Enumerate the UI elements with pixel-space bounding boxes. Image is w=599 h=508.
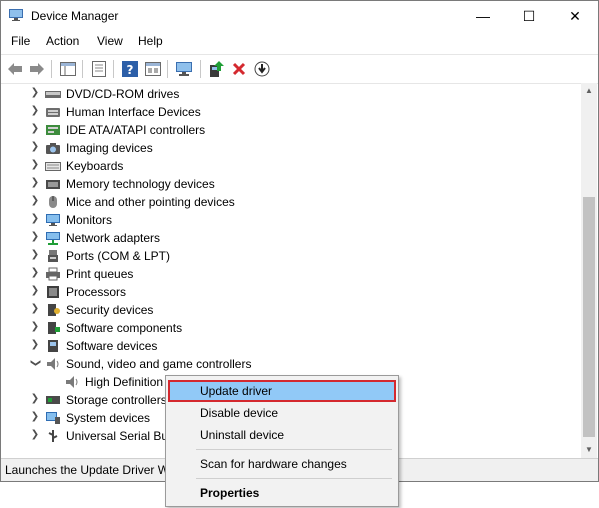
device-manager-icon xyxy=(9,9,23,21)
tree-item-dvd[interactable]: ❯ DVD/CD-ROM drives xyxy=(1,85,581,103)
context-scan-hardware[interactable]: Scan for hardware changes xyxy=(168,453,396,475)
expand-chevron-icon[interactable]: ❯ xyxy=(30,213,40,225)
network-icon xyxy=(46,232,60,245)
monitor-icon xyxy=(46,214,60,226)
mouse-icon xyxy=(49,196,57,208)
tree-item-ide[interactable]: ❯ IDE ATA/ATAPI controllers xyxy=(1,121,581,139)
expand-chevron-icon[interactable]: ❯ xyxy=(30,159,40,171)
scroll-down-icon[interactable]: ▼ xyxy=(585,445,593,454)
software-icon xyxy=(48,340,58,352)
expand-chevron-icon[interactable]: ❯ xyxy=(30,141,40,153)
speaker-icon xyxy=(47,358,59,370)
minimize-button[interactable]: — xyxy=(460,1,506,31)
tree-item-monitors[interactable]: ❯ Monitors xyxy=(1,211,581,229)
security-icon xyxy=(48,304,60,316)
properties-icon[interactable] xyxy=(90,60,108,78)
title-bar: Device Manager — ☐ ✕ xyxy=(1,1,598,31)
dvd-icon xyxy=(45,91,61,98)
expand-chevron-icon[interactable]: ❯ xyxy=(30,267,40,279)
tree-item-network[interactable]: ❯ Network adapters xyxy=(1,229,581,247)
window-title: Device Manager xyxy=(31,9,119,23)
tree-item-sound-video[interactable]: ❯ Sound, video and game controllers xyxy=(1,355,581,373)
vertical-scrollbar[interactable]: ▲ ▼ xyxy=(581,83,597,458)
component-icon xyxy=(48,322,60,334)
status-text: Launches the Update Driver Wi xyxy=(5,463,172,477)
menu-action[interactable]: Action xyxy=(46,34,79,48)
tree-item-memory[interactable]: ❯ Memory technology devices xyxy=(1,175,581,193)
menu-view[interactable]: View xyxy=(97,34,123,48)
context-disable-device[interactable]: Disable device xyxy=(168,402,396,424)
context-separator xyxy=(196,478,392,479)
expand-chevron-icon[interactable]: ❯ xyxy=(30,285,40,297)
tree-item-hid[interactable]: ❯ Human Interface Devices xyxy=(1,103,581,121)
context-uninstall-device[interactable]: Uninstall device xyxy=(168,424,396,446)
expand-chevron-icon[interactable]: ❯ xyxy=(30,195,40,207)
menu-help[interactable]: Help xyxy=(138,34,163,48)
forward-icon[interactable] xyxy=(28,60,46,78)
context-menu: Update driver Disable device Uninstall d… xyxy=(165,375,399,507)
svg-text:?: ? xyxy=(127,63,134,77)
expand-chevron-icon[interactable]: ❯ xyxy=(30,87,40,99)
memory-icon xyxy=(46,180,60,189)
expand-chevron-icon[interactable]: ❯ xyxy=(30,303,40,315)
keyboard-icon xyxy=(45,162,61,171)
update-driver-icon[interactable] xyxy=(208,60,226,78)
port-icon xyxy=(48,250,58,262)
expand-chevron-icon[interactable]: ❯ xyxy=(30,411,40,423)
system-icon xyxy=(46,412,60,424)
expand-chevron-icon[interactable]: ❯ xyxy=(30,231,40,243)
tree-item-mice[interactable]: ❯ Mice and other pointing devices xyxy=(1,193,581,211)
view-icon[interactable] xyxy=(144,60,162,78)
help-icon[interactable]: ? xyxy=(121,60,139,78)
monitor-icon[interactable] xyxy=(175,60,193,78)
tree-item-software-devices[interactable]: ❯ Software devices xyxy=(1,337,581,355)
tree-item-processors[interactable]: ❯ Processors xyxy=(1,283,581,301)
show-hide-tree-icon[interactable] xyxy=(59,60,77,78)
camera-icon xyxy=(46,143,60,154)
uninstall-icon[interactable] xyxy=(230,60,248,78)
context-properties[interactable]: Properties xyxy=(168,482,396,504)
toolbar: ? xyxy=(1,54,598,84)
scrollbar-thumb[interactable] xyxy=(583,197,595,437)
menu-file[interactable]: File xyxy=(11,34,30,48)
scroll-up-icon[interactable]: ▲ xyxy=(585,86,593,95)
context-update-driver[interactable]: Update driver xyxy=(168,380,396,402)
expand-chevron-icon[interactable]: ❯ xyxy=(30,429,40,441)
cpu-icon xyxy=(47,286,59,298)
context-separator xyxy=(196,449,392,450)
storage-icon xyxy=(46,396,60,404)
expand-chevron-icon[interactable]: ❯ xyxy=(30,249,40,261)
expand-chevron-icon[interactable]: ❯ xyxy=(30,321,40,333)
menu-bar: File Action View Help xyxy=(1,31,598,53)
tree-item-imaging[interactable]: ❯ Imaging devices xyxy=(1,139,581,157)
back-icon[interactable] xyxy=(6,60,24,78)
tree-item-security[interactable]: ❯ Security devices xyxy=(1,301,581,319)
close-button[interactable]: ✕ xyxy=(552,1,598,31)
expand-chevron-icon[interactable]: ❯ xyxy=(30,105,40,117)
speaker-icon xyxy=(66,376,78,388)
install-icon[interactable] xyxy=(253,60,271,78)
ide-icon xyxy=(46,125,60,135)
usb-icon xyxy=(48,430,58,442)
printer-icon xyxy=(46,267,60,281)
expand-chevron-icon[interactable]: ❯ xyxy=(30,177,40,189)
expand-chevron-icon[interactable]: ❯ xyxy=(30,393,40,405)
expand-chevron-icon[interactable]: ❯ xyxy=(30,123,40,135)
tree-item-software-components[interactable]: ❯ Software components xyxy=(1,319,581,337)
tree-item-print-queues[interactable]: ❯ Print queues xyxy=(1,265,581,283)
maximize-button[interactable]: ☐ xyxy=(506,1,552,31)
hid-icon xyxy=(46,108,60,117)
tree-item-ports[interactable]: ❯ Ports (COM & LPT) xyxy=(1,247,581,265)
collapse-chevron-icon[interactable]: ❯ xyxy=(29,358,41,368)
expand-chevron-icon[interactable]: ❯ xyxy=(30,339,40,351)
tree-item-keyboards[interactable]: ❯ Keyboards xyxy=(1,157,581,175)
